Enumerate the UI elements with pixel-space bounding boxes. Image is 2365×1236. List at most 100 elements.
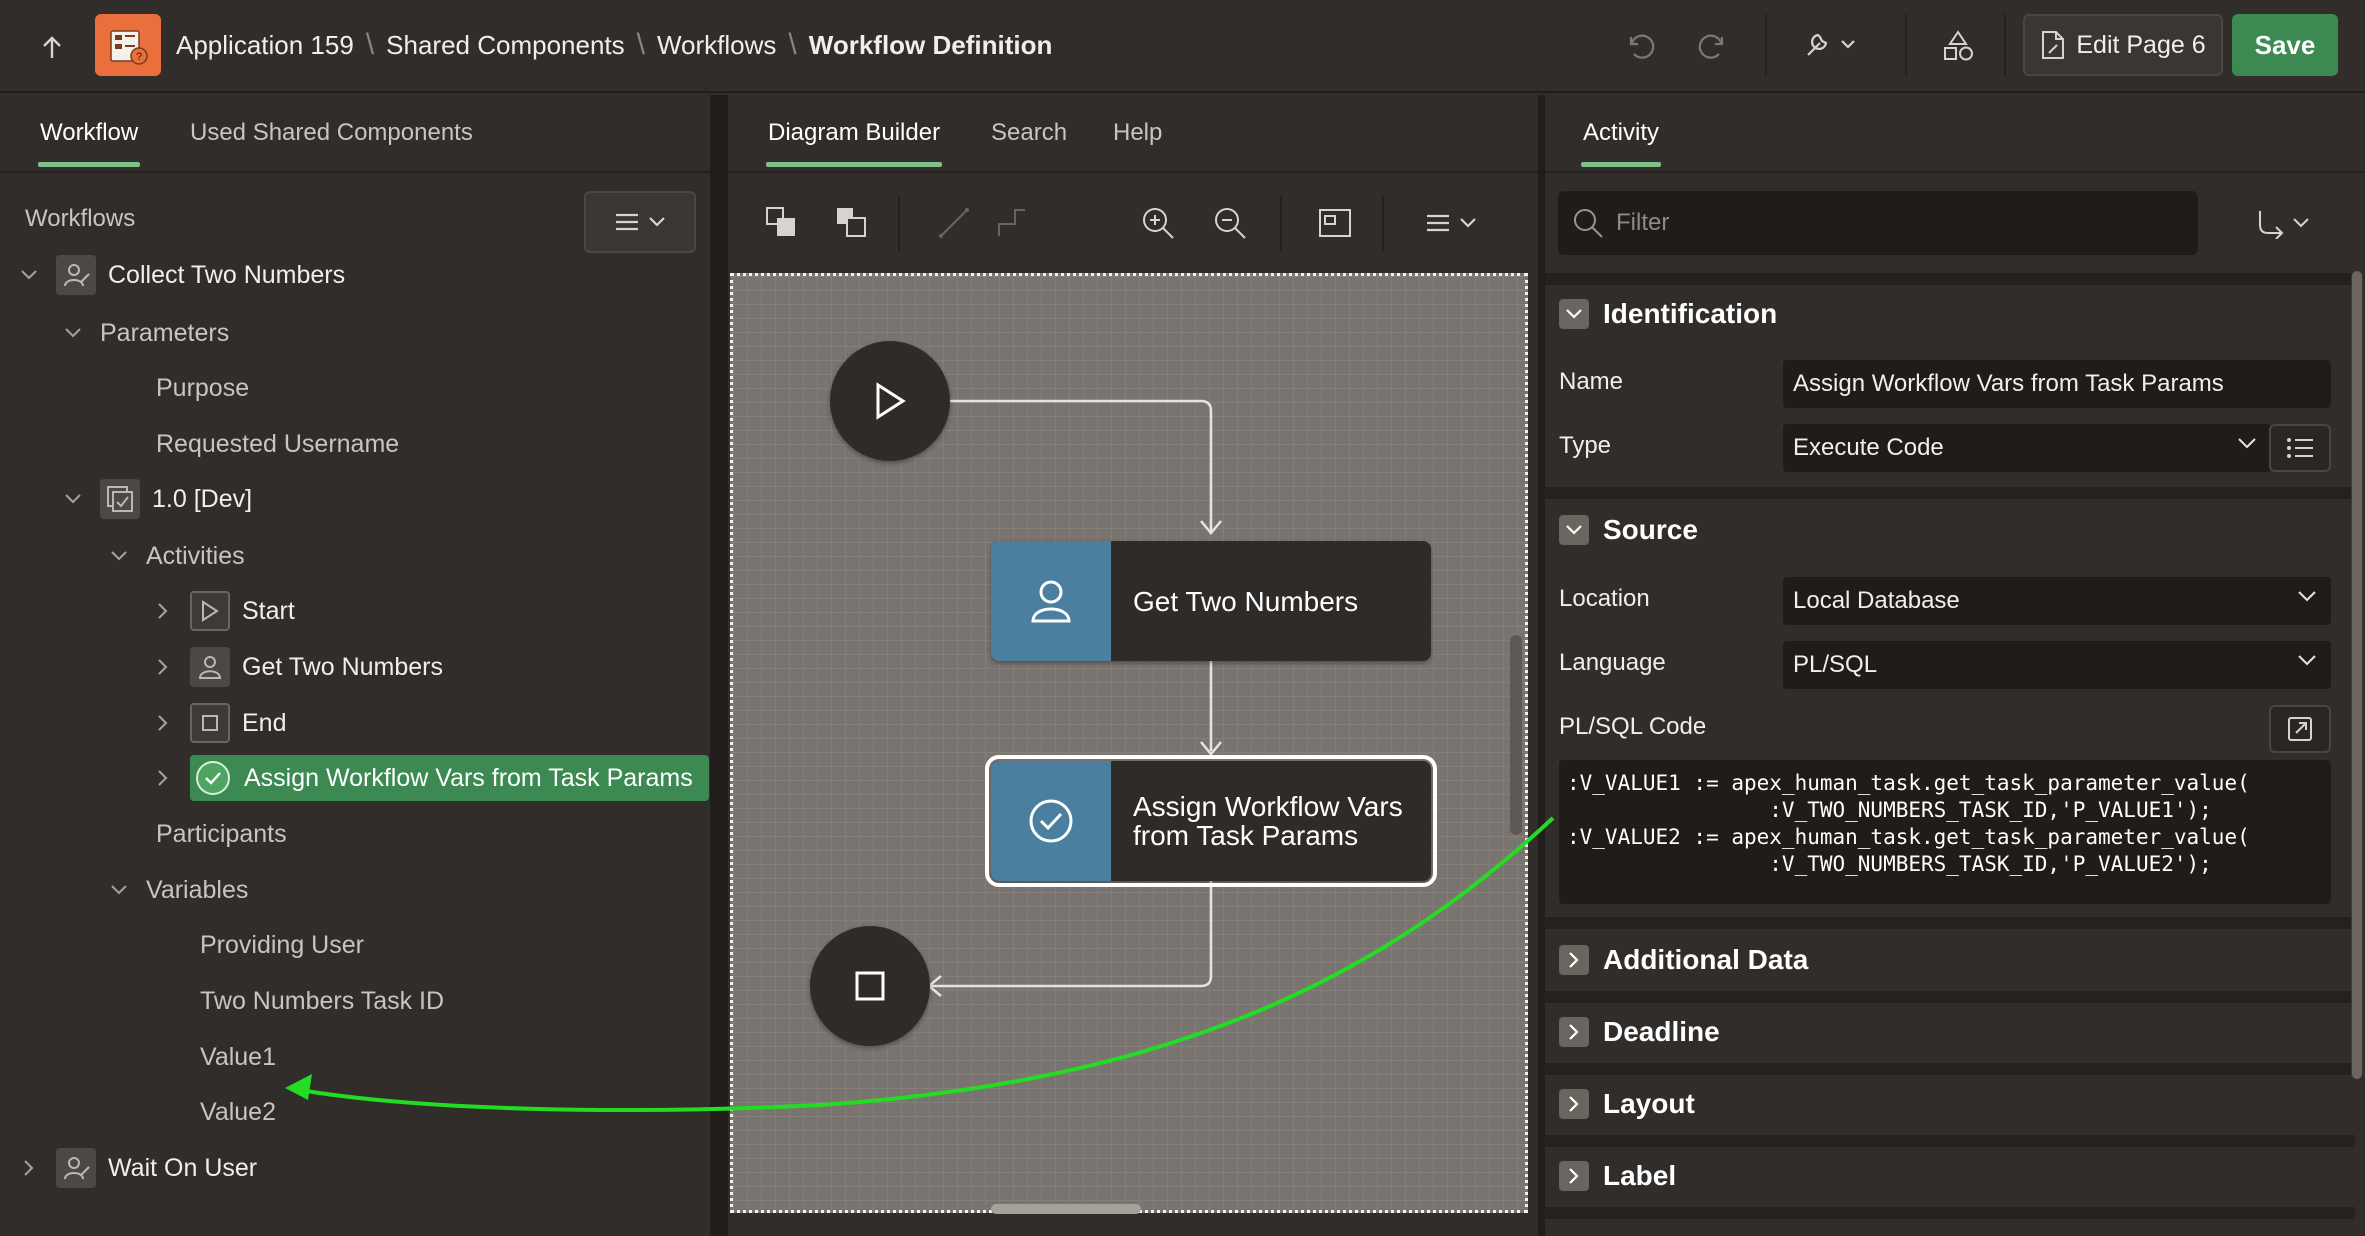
chevron-down-icon[interactable] bbox=[1559, 299, 1589, 329]
tree-leaf-parameter[interactable]: Purpose bbox=[156, 365, 249, 411]
tree-node-label: Participants bbox=[156, 819, 287, 848]
tree-leaf-variable[interactable]: Value1 bbox=[200, 1034, 276, 1080]
tab-used-shared-components[interactable]: Used Shared Components bbox=[190, 119, 473, 147]
expand-code-button[interactable] bbox=[2269, 705, 2331, 753]
send-backward-icon[interactable] bbox=[830, 201, 874, 245]
task-node-get-two-numbers[interactable]: Get Two Numbers bbox=[991, 541, 1431, 661]
chevron-right-icon[interactable] bbox=[150, 598, 176, 624]
tree-node-label: Start bbox=[242, 596, 295, 625]
app-logo-icon[interactable]: ? bbox=[95, 14, 161, 76]
section-additional-data[interactable]: Additional Data bbox=[1545, 929, 2345, 991]
chevron-down-icon[interactable] bbox=[106, 543, 132, 569]
section-label[interactable]: Label bbox=[1545, 1145, 2345, 1207]
chevron-right-icon[interactable] bbox=[150, 710, 176, 736]
redo-icon[interactable] bbox=[1688, 20, 1738, 70]
section-identification[interactable]: Identification bbox=[1545, 283, 2345, 345]
section-title: Identification bbox=[1603, 298, 1778, 329]
scrollbar-thumb[interactable] bbox=[2352, 271, 2362, 1079]
horizontal-scroll-handle[interactable] bbox=[991, 1204, 1141, 1214]
start-node[interactable] bbox=[830, 341, 950, 461]
chevron-right-icon[interactable] bbox=[1559, 1161, 1589, 1191]
chevron-down-icon[interactable] bbox=[16, 262, 42, 288]
splitter-right[interactable] bbox=[1538, 95, 1545, 1236]
breadcrumb-application[interactable]: Application 159 bbox=[176, 30, 354, 61]
top-header: ? Application 159 \ Shared Components \ … bbox=[0, 0, 2365, 93]
end-node[interactable] bbox=[810, 926, 930, 1046]
tree-menu-button[interactable] bbox=[584, 191, 696, 253]
property-scrollbar[interactable] bbox=[2351, 271, 2363, 1079]
chevron-down-icon[interactable] bbox=[60, 320, 86, 346]
straight-connector-icon[interactable] bbox=[932, 201, 976, 245]
tree-node-version[interactable]: 1.0 [Dev] bbox=[60, 476, 252, 522]
chevron-down-icon bbox=[648, 216, 666, 228]
user-icon bbox=[190, 647, 230, 687]
chevron-right-icon[interactable] bbox=[1559, 1089, 1589, 1119]
chevron-right-icon[interactable] bbox=[150, 654, 176, 680]
list-button[interactable] bbox=[2269, 424, 2331, 472]
chevron-down-icon[interactable] bbox=[106, 877, 132, 903]
tree-node-activity-end[interactable]: End bbox=[150, 700, 286, 746]
undo-icon[interactable] bbox=[1615, 20, 1665, 70]
section-title: Deadline bbox=[1603, 1016, 1720, 1047]
name-field[interactable]: Assign Workflow Vars from Task Params bbox=[1783, 360, 2331, 408]
location-select[interactable]: Local Database bbox=[1783, 577, 2331, 625]
tab-diagram-builder[interactable]: Diagram Builder bbox=[765, 119, 943, 167]
tree-leaf-variable[interactable]: Providing User bbox=[200, 922, 364, 968]
save-button[interactable]: Save bbox=[2232, 14, 2338, 76]
fit-to-screen-icon[interactable] bbox=[1313, 201, 1357, 245]
language-select[interactable]: PL/SQL bbox=[1783, 641, 2331, 689]
version-icon bbox=[100, 479, 140, 519]
section-layout[interactable]: Layout bbox=[1545, 1073, 2345, 1135]
chevron-right-icon[interactable] bbox=[1559, 945, 1589, 975]
toolbar-divider bbox=[2004, 14, 2006, 76]
splitter-left[interactable] bbox=[710, 95, 728, 1236]
diagram-menu-button[interactable] bbox=[1418, 201, 1488, 245]
type-select[interactable]: Execute Code bbox=[1783, 424, 2271, 472]
go-to-group-button[interactable] bbox=[2245, 201, 2325, 245]
diagram-canvas[interactable]: Get Two Numbers Assign Workflow Vars fro… bbox=[730, 273, 1528, 1214]
bring-forward-icon[interactable] bbox=[760, 201, 804, 245]
selected-tree-item[interactable]: Assign Workflow Vars from Task Params bbox=[190, 755, 709, 801]
tab-help[interactable]: Help bbox=[1113, 119, 1162, 147]
section-source[interactable]: Source bbox=[1545, 499, 2345, 561]
chevron-right-icon[interactable] bbox=[150, 765, 176, 791]
tree-node-activity-selected[interactable]: Assign Workflow Vars from Task Params bbox=[150, 755, 709, 801]
tab-workflow[interactable]: Workflow bbox=[37, 119, 141, 167]
chevron-down-icon[interactable] bbox=[60, 486, 86, 512]
breadcrumb-workflows[interactable]: Workflows bbox=[657, 30, 776, 61]
tree-node-workflow[interactable]: Wait On User bbox=[16, 1145, 257, 1191]
search-icon bbox=[1572, 207, 1604, 239]
zoom-out-icon[interactable] bbox=[1208, 201, 1252, 245]
chevron-right-icon[interactable] bbox=[16, 1155, 42, 1181]
orthogonal-connector-icon[interactable] bbox=[990, 201, 1034, 245]
tree-node-variables[interactable]: Variables bbox=[106, 867, 248, 913]
tree-node-parameters[interactable]: Parameters bbox=[60, 310, 229, 356]
section-deadline[interactable]: Deadline bbox=[1545, 1001, 2345, 1063]
shapes-icon[interactable] bbox=[1933, 20, 1983, 70]
chevron-right-icon[interactable] bbox=[1559, 1017, 1589, 1047]
tree-leaf-variable[interactable]: Two Numbers Task ID bbox=[200, 978, 444, 1024]
workflow-icon bbox=[56, 1148, 96, 1188]
tree-node-activity-task[interactable]: Get Two Numbers bbox=[150, 644, 443, 690]
tree-node-participants[interactable]: Participants bbox=[156, 811, 287, 857]
breadcrumb-shared-components[interactable]: Shared Components bbox=[386, 30, 624, 61]
vertical-scroll-handle[interactable] bbox=[1510, 635, 1522, 835]
stop-icon bbox=[190, 703, 230, 743]
up-arrow-icon[interactable] bbox=[30, 26, 74, 70]
task-node-label-line: Assign Workflow Vars bbox=[1133, 791, 1403, 822]
filter-input[interactable] bbox=[1616, 209, 2176, 237]
chevron-down-icon[interactable] bbox=[1559, 515, 1589, 545]
tab-activity[interactable]: Activity bbox=[1580, 119, 1662, 167]
tree-node-activity-start[interactable]: Start bbox=[150, 588, 295, 634]
tree-node-workflow[interactable]: Collect Two Numbers bbox=[16, 252, 345, 298]
tree-leaf-parameter[interactable]: Requested Username bbox=[156, 421, 399, 467]
tab-search[interactable]: Search bbox=[991, 119, 1067, 147]
plsql-code-editor[interactable]: :V_VALUE1 := apex_human_task.get_task_pa… bbox=[1559, 760, 2331, 904]
tree-node-activities[interactable]: Activities bbox=[106, 533, 245, 579]
tree-leaf-variable[interactable]: Value2 bbox=[200, 1089, 276, 1135]
edit-page-button[interactable]: Edit Page 6 bbox=[2023, 14, 2223, 76]
task-node-assign-vars[interactable]: Assign Workflow Vars from Task Params bbox=[985, 755, 1437, 887]
middle-tabs: Diagram Builder Search Help bbox=[728, 95, 1538, 173]
wrench-icon[interactable] bbox=[1795, 20, 1865, 70]
zoom-in-icon[interactable] bbox=[1136, 201, 1180, 245]
